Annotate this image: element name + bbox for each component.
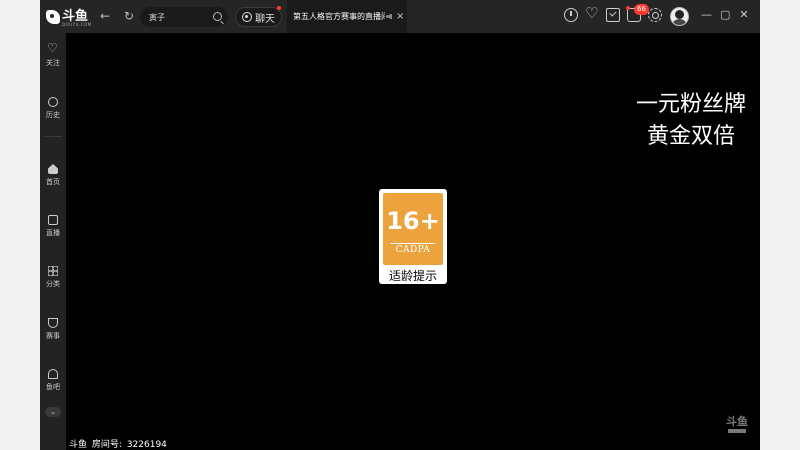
- tv-icon: [48, 215, 58, 225]
- chat-button[interactable]: 聊天: [235, 7, 282, 27]
- age-rating-badge: 16+ CADPA 适龄提示: [379, 189, 447, 284]
- trophy-icon: [48, 318, 58, 328]
- desktop-right-margin: [760, 0, 800, 450]
- age-rating-number: 16+: [386, 207, 440, 235]
- sidebar-more-button[interactable]: ⌄: [45, 407, 61, 417]
- age-rating-divider: [391, 243, 435, 244]
- fishbar-icon: [48, 369, 58, 379]
- task-notification-dot: [626, 6, 630, 10]
- sidebar-item-label: 关注: [46, 59, 60, 67]
- search-input[interactable]: [149, 12, 209, 22]
- watermark-bar: [728, 429, 746, 433]
- task-icon[interactable]: [606, 8, 620, 22]
- sidebar-item-category[interactable]: 分类: [40, 263, 66, 297]
- heart-icon[interactable]: [585, 4, 599, 22]
- room-brand: 斗鱼: [69, 440, 88, 450]
- close-button[interactable]: ✕: [739, 8, 749, 22]
- search-box[interactable]: [140, 7, 228, 27]
- gear-icon[interactable]: [648, 8, 662, 22]
- sidebar-divider: [44, 136, 62, 137]
- age-rating-org: CADPA: [395, 245, 431, 255]
- promo-line-2: 黄金双倍: [646, 124, 735, 149]
- sidebar-item-label: 赛事: [46, 332, 60, 340]
- fish-logo-icon: [46, 10, 60, 24]
- sidebar-item-label: 鱼吧: [46, 383, 60, 391]
- desktop-left-margin: [0, 0, 40, 450]
- speaker-icon[interactable]: [386, 13, 392, 20]
- app-window: 斗鱼 DOUYU.COM ← ↻ 聊天 第五人格官方赛事的直播间 ×: [40, 0, 760, 450]
- douyu-watermark: 斗鱼: [723, 416, 751, 440]
- sidebar-item-label: 分类: [46, 280, 60, 288]
- logo-subtext: DOUYU.COM: [62, 22, 92, 27]
- sidebar-item-fishbar[interactable]: 鱼吧: [40, 366, 66, 400]
- sidebar-item-esports[interactable]: 赛事: [40, 315, 66, 349]
- minimize-button[interactable]: —: [701, 8, 712, 22]
- room-label: 房间号:: [91, 440, 122, 450]
- maximize-button[interactable]: ▢: [720, 8, 730, 22]
- back-icon[interactable]: ←: [98, 8, 112, 24]
- heart-icon: [47, 41, 58, 55]
- watermark-text: 斗鱼: [726, 415, 748, 428]
- sidebar-item-label: 历史: [46, 111, 60, 119]
- message-badge: 66: [634, 4, 649, 15]
- clock-icon: [48, 97, 58, 107]
- sidebar-item-label: 直播: [46, 229, 60, 237]
- tab-live-room[interactable]: 第五人格官方赛事的直播间 ×: [287, 0, 407, 33]
- avatar[interactable]: [670, 7, 689, 26]
- tab-title: 第五人格官方赛事的直播间: [293, 12, 385, 21]
- sidebar-item-live[interactable]: 直播: [40, 212, 66, 246]
- age-rating-tip: 适龄提示: [388, 269, 437, 283]
- promo-line-1: 一元粉丝牌: [635, 92, 746, 117]
- home-icon: [48, 164, 58, 174]
- room-number: 3226194: [126, 440, 167, 450]
- search-icon[interactable]: [213, 12, 222, 21]
- window-controls: — ▢ ✕: [701, 8, 749, 22]
- chat-label: 聊天: [255, 13, 275, 25]
- chat-icon: [242, 12, 252, 22]
- nav-arrows: ← ↻: [98, 8, 136, 24]
- title-bar: 斗鱼 DOUYU.COM ← ↻ 聊天 第五人格官方赛事的直播间 ×: [40, 0, 760, 33]
- clock-icon[interactable]: [564, 8, 578, 22]
- sidebar-item-follow[interactable]: 关注: [40, 41, 66, 76]
- sidebar-item-home[interactable]: 首页: [40, 161, 66, 195]
- sidebar: 关注 历史 首页 直播 分类 赛事 鱼吧 ⌄: [40, 33, 66, 450]
- video-player[interactable]: 一元粉丝牌 黄金双倍 16+ CADPA 适龄提示 斗鱼 房间号: 322619…: [66, 33, 760, 450]
- refresh-icon[interactable]: ↻: [122, 8, 136, 24]
- chat-notification-dot: [277, 6, 281, 10]
- grid-icon: [48, 266, 58, 276]
- promo-overlay: 一元粉丝牌 黄金双倍: [636, 89, 746, 153]
- tab-close-icon[interactable]: ×: [396, 11, 404, 22]
- sidebar-item-label: 首页: [46, 178, 60, 186]
- age-rating-panel: 16+ CADPA: [383, 193, 443, 265]
- room-info: 斗鱼 房间号: 3226194: [69, 437, 169, 450]
- sidebar-item-history[interactable]: 历史: [40, 94, 66, 128]
- douyu-logo[interactable]: 斗鱼 DOUYU.COM: [46, 7, 91, 27]
